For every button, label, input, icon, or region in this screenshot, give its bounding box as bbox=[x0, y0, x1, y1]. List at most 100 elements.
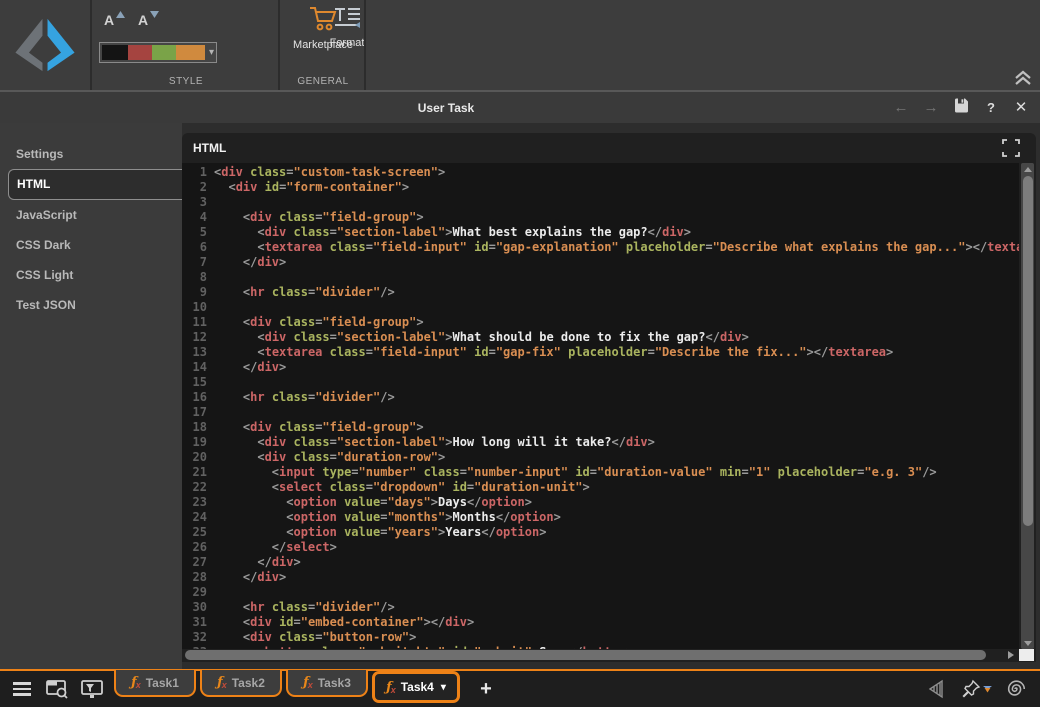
scroll-up-button[interactable] bbox=[1021, 163, 1034, 175]
line-number: 27 bbox=[182, 555, 207, 570]
spiral-button[interactable] bbox=[1004, 677, 1028, 701]
code-line[interactable]: 32 <div class="button-row"> bbox=[182, 630, 1019, 645]
code-line[interactable]: 13 <textarea class="field-input" id="gap… bbox=[182, 345, 1019, 360]
forward-button[interactable]: → bbox=[922, 99, 940, 117]
task-tab-task3[interactable]: ƒxTask3 bbox=[286, 670, 368, 697]
code-line[interactable]: 17 bbox=[182, 405, 1019, 420]
fx-icon: ƒx bbox=[303, 675, 313, 690]
code-line[interactable]: 14 </div> bbox=[182, 360, 1019, 375]
filter-button[interactable] bbox=[80, 677, 104, 701]
font-increase-button[interactable]: A bbox=[102, 10, 126, 32]
code-line[interactable]: 6 <textarea class="field-input" id="gap-… bbox=[182, 240, 1019, 255]
app-window: A A ▾ bbox=[0, 0, 1040, 707]
code-line[interactable]: 30 <hr class="divider"/> bbox=[182, 600, 1019, 615]
resize-corner-handle[interactable] bbox=[1019, 649, 1034, 661]
code-line-text bbox=[214, 375, 221, 390]
code-line[interactable]: 2 <div id="form-container"> bbox=[182, 180, 1019, 195]
line-number: 15 bbox=[182, 375, 207, 390]
code-line[interactable]: 16 <hr class="divider"/> bbox=[182, 390, 1019, 405]
ribbon-group-style: A A ▾ bbox=[94, 0, 280, 90]
code-line[interactable]: 22 <select class="dropdown" id="duration… bbox=[182, 480, 1019, 495]
line-number: 4 bbox=[182, 210, 207, 225]
pin-button[interactable] bbox=[961, 679, 992, 699]
task-tab-task1[interactable]: ƒxTask1 bbox=[114, 670, 196, 697]
code-line[interactable]: 31 <div id="embed-container"></div> bbox=[182, 615, 1019, 630]
code-line[interactable]: 18 <div class="field-group"> bbox=[182, 420, 1019, 435]
font-decrease-button[interactable]: A bbox=[136, 10, 160, 32]
code-line-text: </div> bbox=[214, 570, 286, 585]
code-line[interactable]: 7 </div> bbox=[182, 255, 1019, 270]
sidebar-item-settings[interactable]: Settings bbox=[0, 139, 182, 169]
menu-button[interactable] bbox=[10, 677, 34, 701]
code-line[interactable]: 21 <input type="number" class="number-in… bbox=[182, 465, 1019, 480]
taskbar: ƒxTask1ƒxTask2ƒxTask3ƒxTask4▾ + bbox=[0, 669, 1040, 707]
code-line[interactable]: 1<div class="custom-task-screen"> bbox=[182, 165, 1019, 180]
code-line[interactable]: 20 <div class="duration-row"> bbox=[182, 450, 1019, 465]
marketplace-button[interactable]: Marketplace bbox=[292, 6, 354, 51]
back-button[interactable]: ← bbox=[892, 99, 910, 117]
task-tab-task2[interactable]: ƒxTask2 bbox=[200, 670, 282, 697]
code-line[interactable]: 29 bbox=[182, 585, 1019, 600]
line-number: 22 bbox=[182, 480, 207, 495]
levels-button[interactable] bbox=[925, 677, 949, 701]
code-line[interactable]: 25 <option value="years">Years</option> bbox=[182, 525, 1019, 540]
fx-icon: ƒx bbox=[386, 680, 396, 695]
line-number: 2 bbox=[182, 180, 207, 195]
color-palette-picker[interactable]: ▾ bbox=[99, 42, 217, 63]
code-line-text: </select> bbox=[214, 540, 337, 555]
scroll-down-button[interactable] bbox=[1021, 637, 1034, 649]
help-button[interactable]: ? bbox=[982, 99, 1000, 117]
sidebar-item-test-json[interactable]: Test JSON bbox=[0, 290, 182, 320]
code-line[interactable]: 8 bbox=[182, 270, 1019, 285]
code-line-text: <textarea class="field-input" id="gap-fi… bbox=[214, 345, 893, 360]
new-tab-button[interactable]: + bbox=[474, 677, 498, 701]
code-line[interactable]: 19 <div class="section-label">How long w… bbox=[182, 435, 1019, 450]
code-line[interactable]: 24 <option value="months">Months</option… bbox=[182, 510, 1019, 525]
line-number: 28 bbox=[182, 570, 207, 585]
sidebar-item-css-light[interactable]: CSS Light bbox=[0, 260, 182, 290]
code-line[interactable]: 9 <hr class="divider"/> bbox=[182, 285, 1019, 300]
task-tab-label: Task2 bbox=[232, 676, 265, 690]
scroll-right-button[interactable] bbox=[1008, 651, 1014, 659]
editor-panel-title: HTML bbox=[193, 141, 226, 155]
line-number: 9 bbox=[182, 285, 207, 300]
code-line[interactable]: 10 bbox=[182, 300, 1019, 315]
app-logo[interactable] bbox=[0, 0, 92, 90]
code-line[interactable]: 15 bbox=[182, 375, 1019, 390]
code-line[interactable]: 4 <div class="field-group"> bbox=[182, 210, 1019, 225]
task-tab-label: Task4 bbox=[401, 680, 434, 694]
palette-swatch-green bbox=[152, 45, 176, 60]
horizontal-scrollbar-thumb[interactable] bbox=[185, 650, 986, 660]
sidebar-item-javascript[interactable]: JavaScript bbox=[0, 200, 182, 230]
vertical-scrollbar-thumb[interactable] bbox=[1023, 176, 1033, 526]
task-tab-task4[interactable]: ƒxTask4▾ bbox=[372, 671, 460, 703]
code-line[interactable]: 26 </select> bbox=[182, 540, 1019, 555]
code-line[interactable]: 33 <button class="submit-btn" id="submit… bbox=[182, 645, 1019, 649]
code-line[interactable]: 5 <div class="section-label">What best e… bbox=[182, 225, 1019, 240]
horizontal-scrollbar[interactable] bbox=[185, 650, 1002, 660]
code-line[interactable]: 3 bbox=[182, 195, 1019, 210]
code-line-text: <hr class="divider"/> bbox=[214, 390, 395, 405]
font-increase-label: A bbox=[104, 12, 114, 28]
save-button[interactable] bbox=[952, 98, 970, 118]
sidebar-item-html[interactable]: HTML bbox=[8, 169, 182, 200]
line-number: 6 bbox=[182, 240, 207, 255]
double-chevron-up-icon bbox=[1014, 70, 1032, 86]
code-line[interactable]: 27 </div> bbox=[182, 555, 1019, 570]
diagram-overview-button[interactable] bbox=[45, 677, 69, 701]
code-line-text: <input type="number" class="number-input… bbox=[214, 465, 937, 480]
collapse-ribbon-button[interactable] bbox=[1014, 70, 1032, 86]
sidebar-item-css-dark[interactable]: CSS Dark bbox=[0, 230, 182, 260]
vertical-scrollbar[interactable] bbox=[1021, 163, 1034, 649]
close-button[interactable]: ✕ bbox=[1012, 99, 1030, 117]
code-line[interactable]: 28 </div> bbox=[182, 570, 1019, 585]
code-line[interactable]: 11 <div class="field-group"> bbox=[182, 315, 1019, 330]
line-number: 33 bbox=[182, 645, 207, 649]
line-number: 7 bbox=[182, 255, 207, 270]
dialog-title: User Task bbox=[418, 101, 474, 115]
fullscreen-button[interactable] bbox=[1002, 139, 1020, 157]
code-line[interactable]: 12 <div class="section-label">What shoul… bbox=[182, 330, 1019, 345]
line-number: 3 bbox=[182, 195, 207, 210]
code-editor[interactable]: 1<div class="custom-task-screen">2 <div … bbox=[182, 163, 1019, 649]
code-line[interactable]: 23 <option value="days">Days</option> bbox=[182, 495, 1019, 510]
